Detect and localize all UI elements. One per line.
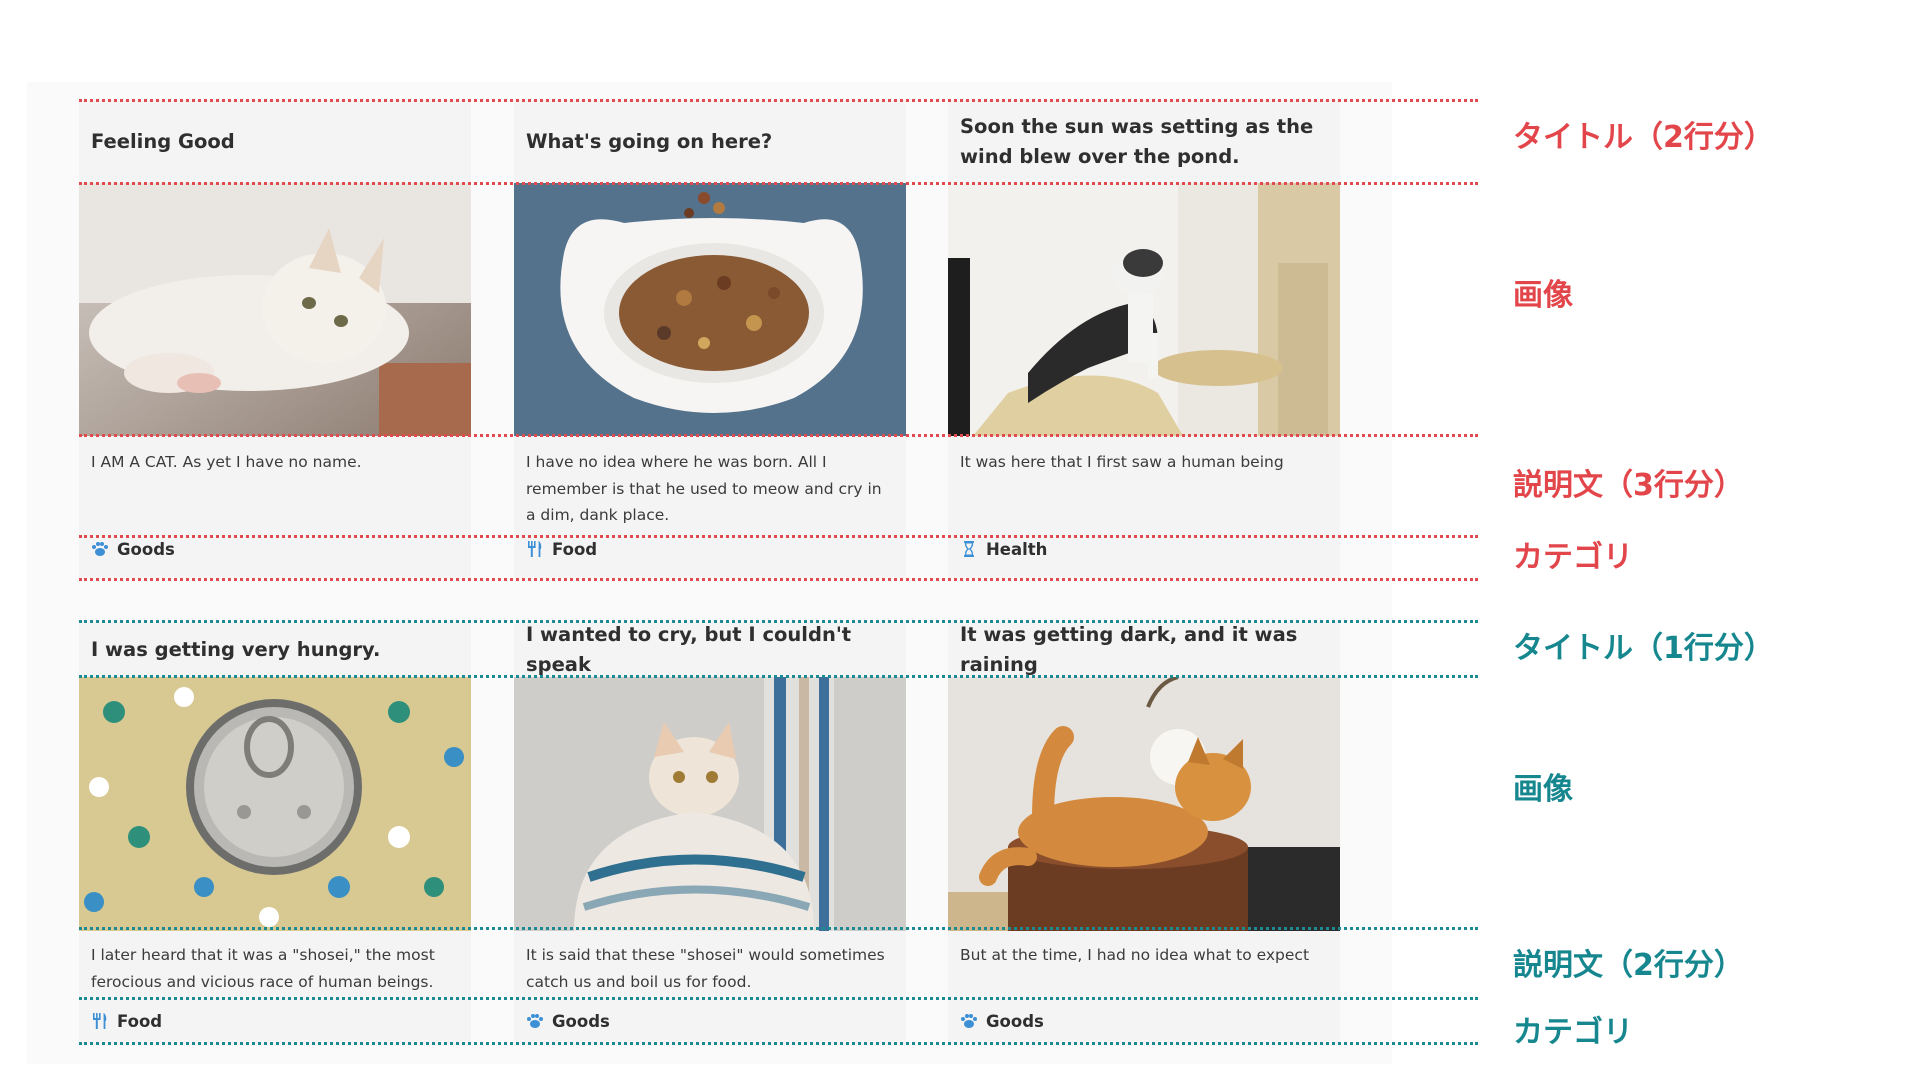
- card[interactable]: Soon the sun was setting as the wind ble…: [948, 100, 1340, 578]
- category-label: Goods: [986, 1011, 1044, 1031]
- card-title: What's going on here?: [526, 129, 773, 153]
- guide-line-category-top: [79, 535, 1478, 538]
- tin-can-image: [79, 677, 471, 931]
- card-image[interactable]: [79, 677, 471, 931]
- card[interactable]: It was getting dark, and it was raining …: [948, 622, 1340, 1045]
- card-description: I have no idea where he was born. All I …: [526, 453, 882, 524]
- card-image[interactable]: [948, 677, 1340, 931]
- card-description: I later heard that it was a "shosei," th…: [91, 946, 435, 991]
- guide-line-category-top: [79, 997, 1478, 1000]
- card-image[interactable]: [514, 183, 906, 436]
- card-description: I AM A CAT. As yet I have no name.: [91, 453, 362, 471]
- annotation-category: カテゴリ: [1513, 540, 1633, 575]
- card-image[interactable]: [514, 677, 906, 931]
- card-category[interactable]: Goods: [960, 1002, 1330, 1040]
- cat-lying-image: [79, 183, 471, 436]
- annotation-title-1-line: タイトル（1行分）: [1513, 631, 1774, 666]
- card-category[interactable]: Food: [91, 1002, 461, 1040]
- annotation-description-2-lines: 説明文（2行分）: [1513, 948, 1744, 983]
- category-label: Food: [552, 539, 598, 559]
- card-image[interactable]: [79, 183, 471, 436]
- cat-standing-image: [948, 183, 1340, 436]
- guide-line-image-top: [79, 675, 1478, 678]
- card-title: It was getting dark, and it was raining: [960, 622, 1298, 676]
- guide-line-description-top: [79, 434, 1478, 437]
- fork-knife-icon: [526, 540, 544, 558]
- card[interactable]: What's going on here? I have no idea whe…: [514, 100, 906, 578]
- annotation-image: 画像: [1513, 278, 1573, 313]
- category-label: Goods: [117, 539, 175, 559]
- card-title: I was getting very hungry.: [91, 637, 381, 661]
- annotation-title-2-lines: タイトル（2行分）: [1513, 120, 1774, 155]
- category-label: Health: [986, 539, 1048, 559]
- paw-icon: [91, 540, 109, 558]
- category-label: Goods: [552, 1011, 610, 1031]
- guide-line-category-bottom: [79, 1042, 1478, 1045]
- fork-knife-icon: [91, 1012, 109, 1030]
- card-description: But at the time, I had no idea what to e…: [960, 946, 1310, 964]
- guide-line-title-top: [79, 99, 1478, 102]
- annotation-description-3-lines: 説明文（3行分）: [1513, 468, 1744, 503]
- cat-food-bowl-image: [514, 183, 906, 436]
- card[interactable]: Feeling Good I AM A CAT. As yet I have n…: [79, 100, 471, 578]
- guide-line-image-top: [79, 182, 1478, 185]
- card-description: It was here that I first saw a human bei…: [960, 453, 1284, 471]
- card-title: I wanted to cry, but I couldn't speak: [526, 622, 852, 676]
- card-category[interactable]: Goods: [526, 1002, 896, 1040]
- card-title: Soon the sun was setting as the wind ble…: [960, 114, 1314, 168]
- cat-in-pot-image: [948, 677, 1340, 931]
- guide-line-title-top: [79, 620, 1478, 623]
- card-description: It is said that these "shosei" would som…: [526, 946, 885, 991]
- card-title: Feeling Good: [91, 129, 235, 153]
- guide-line-category-bottom: [79, 578, 1478, 581]
- annotation-category: カテゴリ: [1513, 1015, 1633, 1050]
- card[interactable]: I was getting very hungry. I later heard…: [79, 622, 471, 1045]
- paw-icon: [526, 1012, 544, 1030]
- card[interactable]: I wanted to cry, but I couldn't speak It…: [514, 622, 906, 1045]
- category-label: Food: [117, 1011, 163, 1031]
- card-image[interactable]: [948, 183, 1340, 436]
- cat-in-bag-image: [514, 677, 906, 931]
- annotation-image: 画像: [1513, 772, 1573, 807]
- hourglass-icon: [960, 540, 978, 558]
- paw-icon: [960, 1012, 978, 1030]
- guide-line-description-top: [79, 927, 1478, 930]
